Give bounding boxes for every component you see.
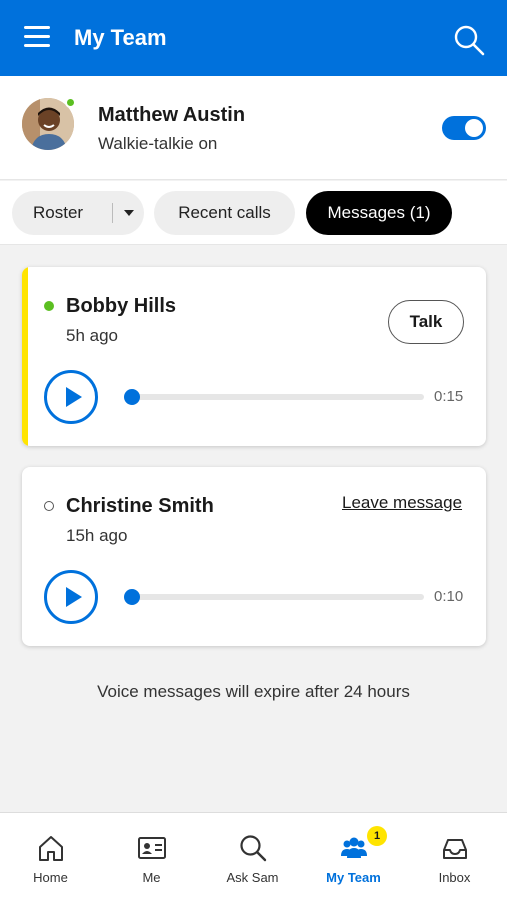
nav-ask-sam[interactable]: Ask Sam (202, 813, 303, 900)
nav-ask-sam-label: Ask Sam (226, 870, 279, 885)
caret-down-icon[interactable] (124, 210, 134, 216)
search-icon[interactable] (453, 24, 485, 56)
presence-online-indicator (44, 301, 54, 311)
home-icon (39, 836, 63, 861)
audio-progress-bar[interactable] (124, 589, 424, 605)
nav-my-team[interactable]: 1 My Team (303, 813, 404, 900)
audio-duration: 0:10 (434, 588, 464, 605)
presence-online-indicator (65, 97, 76, 108)
voice-message-card: Christine Smith 15h ago Leave message 0:… (22, 467, 486, 646)
audio-duration: 0:15 (434, 388, 464, 405)
inbox-icon (443, 839, 467, 859)
tab-messages[interactable]: Messages (1) (306, 191, 452, 235)
tab-roster-label: Roster (33, 203, 84, 222)
sender-name: Bobby Hills (66, 295, 177, 317)
nav-inbox-label: Inbox (438, 870, 471, 885)
profile-header: Matthew Austin Walkie-talkie on (0, 76, 507, 180)
presence-offline-indicator (44, 501, 54, 511)
leave-message-link[interactable]: Leave message (342, 493, 462, 513)
hamburger-menu-icon[interactable] (24, 26, 50, 48)
team-icon (341, 837, 367, 858)
nav-me[interactable]: Me (101, 813, 202, 900)
expiry-note: Voice messages will expire after 24 hour… (97, 682, 410, 701)
divider (112, 203, 113, 223)
voice-message-card: Bobby Hills 5h ago Talk 0:15 (22, 267, 486, 446)
unread-indicator (22, 267, 28, 446)
progress-thumb[interactable] (124, 589, 140, 605)
message-timestamp: 5h ago (66, 326, 118, 345)
nav-my-team-label: My Team (326, 870, 381, 885)
id-card-icon (138, 837, 166, 859)
play-button[interactable] (44, 570, 98, 624)
nav-me-label: Me (142, 870, 161, 885)
tab-recent-calls-label: Recent calls (178, 203, 271, 222)
walkie-talkie-toggle[interactable] (442, 116, 486, 140)
sender-name: Christine Smith (66, 495, 214, 517)
progress-thumb[interactable] (124, 389, 140, 405)
tab-recent-calls[interactable]: Recent calls (154, 191, 295, 235)
nav-inbox[interactable]: Inbox (404, 813, 505, 900)
bottom-nav: Home Me Ask Sam 1 My Team Inbox (0, 812, 507, 900)
audio-progress-bar[interactable] (124, 389, 424, 405)
play-button[interactable] (44, 370, 98, 424)
app-bar: My Team (0, 0, 507, 76)
nav-home[interactable]: Home (0, 813, 101, 900)
tab-messages-label: Messages (1) (327, 203, 431, 222)
talk-button[interactable]: Talk (388, 300, 464, 344)
tab-bar: Roster Recent calls Messages (1) (0, 181, 507, 245)
search-icon (240, 835, 267, 862)
user-name: Matthew Austin (98, 104, 246, 126)
nav-home-label: Home (33, 870, 68, 885)
play-icon (66, 387, 82, 407)
walkie-talkie-status: Walkie-talkie on (98, 134, 218, 153)
page-title: My Team (74, 25, 167, 50)
notification-badge: 1 (367, 826, 387, 846)
toggle-knob (465, 119, 483, 137)
tab-roster[interactable]: Roster (12, 191, 144, 235)
message-timestamp: 15h ago (66, 526, 128, 545)
play-icon (66, 587, 82, 607)
